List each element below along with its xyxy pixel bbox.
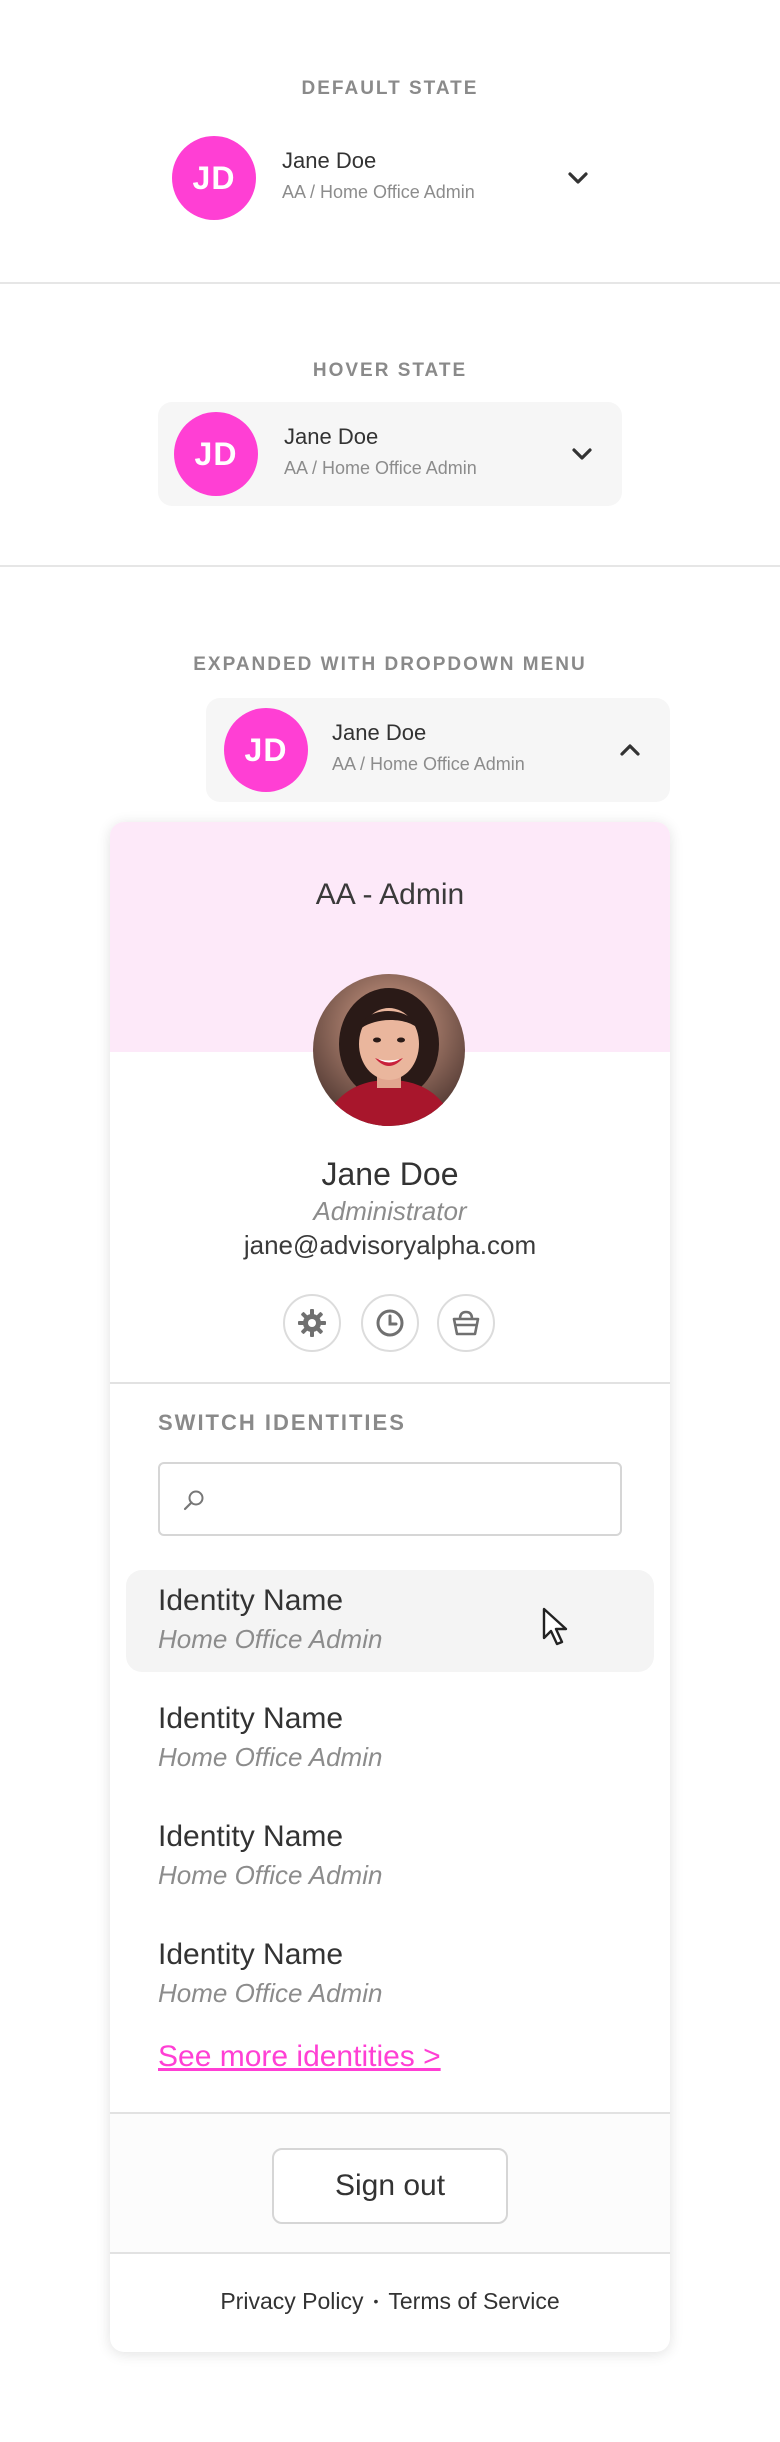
- switch-identities-label: SWITCH IDENTITIES: [158, 1410, 406, 1435]
- search-input[interactable]: [212, 1464, 612, 1534]
- settings-button[interactable]: [283, 1294, 341, 1352]
- user-menu-trigger-default[interactable]: JD Jane Doe AA / Home Office Admin: [158, 126, 618, 230]
- identity-role: Home Office Admin: [158, 1742, 383, 1772]
- chevron-down-icon: [572, 448, 592, 460]
- identity-name: Identity Name: [158, 1938, 344, 1971]
- identity-name: Identity Name: [158, 1702, 344, 1735]
- dropdown-divider: [110, 1382, 670, 1384]
- expanded-state-label: EXPANDED WITH DROPDOWN MENU: [193, 654, 587, 675]
- chevron-up-icon: [620, 744, 640, 756]
- see-more-identities-link[interactable]: See more identities >: [158, 2040, 441, 2074]
- default-state-label: DEFAULT STATE: [301, 78, 479, 99]
- identity-item[interactable]: Identity Name Home Office Admin: [126, 1806, 654, 1908]
- clock-icon: [376, 1309, 404, 1337]
- user-menu-trigger-expanded[interactable]: JD Jane Doe AA / Home Office Admin: [206, 698, 670, 802]
- gear-icon: [298, 1309, 326, 1337]
- terms-of-service-link[interactable]: Terms of Service: [388, 2288, 559, 2314]
- search-icon: [183, 1490, 204, 1511]
- profile-name: Jane Doe: [321, 1156, 459, 1192]
- section-divider: [0, 282, 780, 284]
- chevron-down-icon: [568, 172, 588, 184]
- user-role: AA / Home Office Admin: [332, 754, 525, 774]
- identity-role: Home Office Admin: [158, 1978, 383, 2008]
- footer-separator: •: [373, 2293, 379, 2309]
- identity-role: Home Office Admin: [158, 1860, 383, 1890]
- user-role: AA / Home Office Admin: [284, 458, 477, 478]
- identity-name: Identity Name: [158, 1820, 344, 1853]
- profile-title: Administrator: [313, 1196, 467, 1226]
- mouse-cursor-icon: [542, 1607, 568, 1646]
- basket-button[interactable]: [437, 1294, 495, 1352]
- basket-icon: [452, 1310, 480, 1336]
- avatar: JD: [174, 412, 258, 496]
- dropdown-divider: [110, 2252, 670, 2254]
- user-dropdown-menu: AA - Admin Jane Doe Administrator jane@a…: [110, 822, 670, 2352]
- avatar: JD: [224, 708, 308, 792]
- identity-search[interactable]: [158, 1462, 622, 1536]
- avatar: JD: [172, 136, 256, 220]
- identity-name: Identity Name: [158, 1584, 344, 1617]
- org-title: AA - Admin: [315, 878, 465, 911]
- identity-role: Home Office Admin: [158, 1624, 383, 1654]
- user-name: Jane Doe: [284, 424, 379, 449]
- history-button[interactable]: [361, 1294, 419, 1352]
- user-name: Jane Doe: [332, 720, 427, 745]
- privacy-policy-link[interactable]: Privacy Policy: [220, 2288, 363, 2314]
- user-role: AA / Home Office Admin: [282, 182, 475, 202]
- user-name: Jane Doe: [282, 148, 377, 173]
- identity-item[interactable]: Identity Name Home Office Admin: [126, 1688, 654, 1790]
- profile-email: jane@advisoryalpha.com: [243, 1230, 537, 1260]
- identity-item[interactable]: Identity Name Home Office Admin: [126, 1924, 654, 2026]
- footer-links: Privacy Policy • Terms of Service: [110, 2288, 670, 2315]
- user-menu-trigger-hover[interactable]: JD Jane Doe AA / Home Office Admin: [158, 402, 622, 506]
- hover-state-label: HOVER STATE: [312, 360, 468, 381]
- profile-photo: [313, 974, 465, 1126]
- section-divider: [0, 565, 780, 567]
- sign-out-button[interactable]: Sign out: [272, 2148, 508, 2224]
